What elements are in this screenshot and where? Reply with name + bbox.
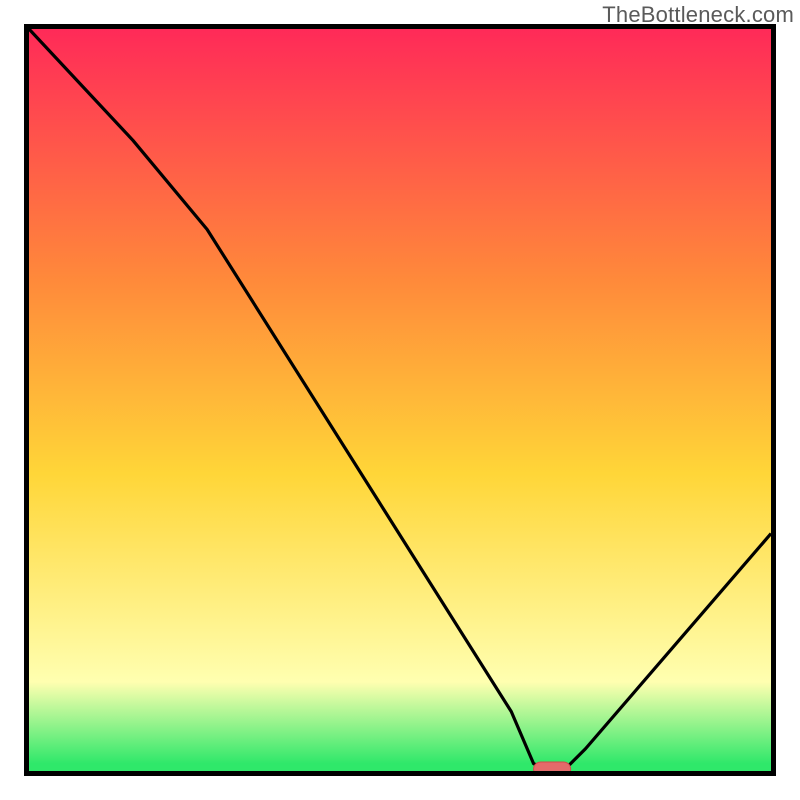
optimal-marker bbox=[534, 762, 571, 771]
chart-frame bbox=[24, 24, 776, 776]
marker-layer bbox=[29, 29, 771, 771]
watermark-text: TheBottleneck.com bbox=[602, 2, 794, 28]
